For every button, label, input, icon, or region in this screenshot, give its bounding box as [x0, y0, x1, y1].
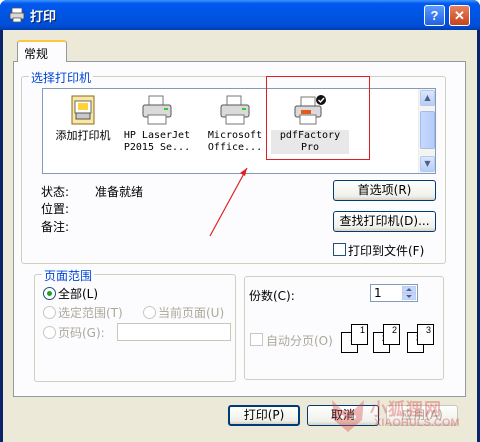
window-title: 打印: [30, 10, 57, 25]
collate-illustration: 1 1 2 2 3 3: [341, 322, 441, 356]
printer-label-line1: Microsoft: [207, 130, 263, 141]
selection-label: 选定范围(T): [58, 306, 123, 320]
find-printer-button[interactable]: 查找打印机(D)...: [333, 211, 436, 232]
copies-spinner[interactable]: [402, 286, 416, 300]
copies-value: 1: [374, 286, 382, 300]
selection-radio[interactable]: [43, 306, 56, 319]
tab-general[interactable]: 常规: [17, 40, 67, 62]
printer-label-line2: P2015 Se...: [123, 142, 191, 153]
pages-input[interactable]: [117, 323, 231, 341]
comment-label: 备注:: [41, 220, 70, 234]
print-to-file-checkbox[interactable]: [333, 243, 346, 256]
printer-item-add[interactable]: 添加打印机: [45, 93, 121, 142]
printer-icon: [220, 95, 250, 125]
location-label: 位置:: [41, 202, 70, 216]
pages-radio[interactable]: [43, 326, 56, 339]
printer-icon: [142, 95, 172, 125]
help-button[interactable]: ?: [424, 5, 445, 26]
all-pages-label: 全部(L): [58, 287, 99, 301]
status-label: 状态:: [41, 185, 70, 199]
annotation-arrow: [209, 167, 248, 237]
collate-label: 自动分页(O): [266, 334, 333, 348]
collate-page: 1: [351, 324, 368, 345]
current-page-label: 当前页面(U): [158, 306, 225, 320]
collate-page: 3: [417, 324, 434, 345]
annotation-highlight-box: [266, 76, 370, 160]
collate-checkbox[interactable]: [250, 333, 263, 346]
watermark-logo: 小狐狸网 XIAOHULS.COM: [328, 392, 474, 438]
pages-label: 页码(G):: [58, 326, 105, 340]
title-bar[interactable]: 打印 ? ✕: [0, 0, 480, 30]
printer-label-line2: Office...: [207, 142, 263, 153]
copies-label: 份数(C):: [249, 289, 295, 303]
printer-item-microsoft-office[interactable]: Microsoft Office...: [197, 93, 273, 154]
fox-logo-icon: [332, 400, 364, 432]
watermark-subtext: XIAOHULS.COM: [374, 417, 460, 429]
printer-item-hp-laserjet[interactable]: HP LaserJet P2015 Se...: [119, 93, 195, 154]
add-printer-icon: [71, 95, 95, 125]
print-to-file-label: 打印到文件(F): [348, 244, 425, 258]
page-range-legend: 页面范围: [42, 267, 95, 284]
copies-input[interactable]: 1: [370, 284, 418, 302]
select-printer-legend: 选择打印机: [29, 69, 94, 86]
preferences-button[interactable]: 首选项(R): [333, 180, 436, 201]
printer-list-scrollbar[interactable]: ▲ ▼: [418, 89, 435, 173]
all-pages-radio[interactable]: [43, 287, 56, 300]
printer-label: 添加打印机: [55, 129, 111, 142]
scroll-thumb[interactable]: [420, 111, 435, 149]
printer-label-line1: HP LaserJet: [123, 130, 191, 141]
scroll-up-icon[interactable]: ▲: [420, 90, 435, 106]
scroll-down-icon[interactable]: ▼: [420, 156, 435, 172]
status-value: 准备就绪: [95, 185, 144, 199]
close-button[interactable]: ✕: [449, 5, 470, 26]
current-page-radio[interactable]: [143, 306, 156, 319]
collate-page: 2: [383, 324, 400, 345]
printer-icon: [9, 7, 25, 23]
print-button[interactable]: 打印(P): [228, 405, 300, 426]
